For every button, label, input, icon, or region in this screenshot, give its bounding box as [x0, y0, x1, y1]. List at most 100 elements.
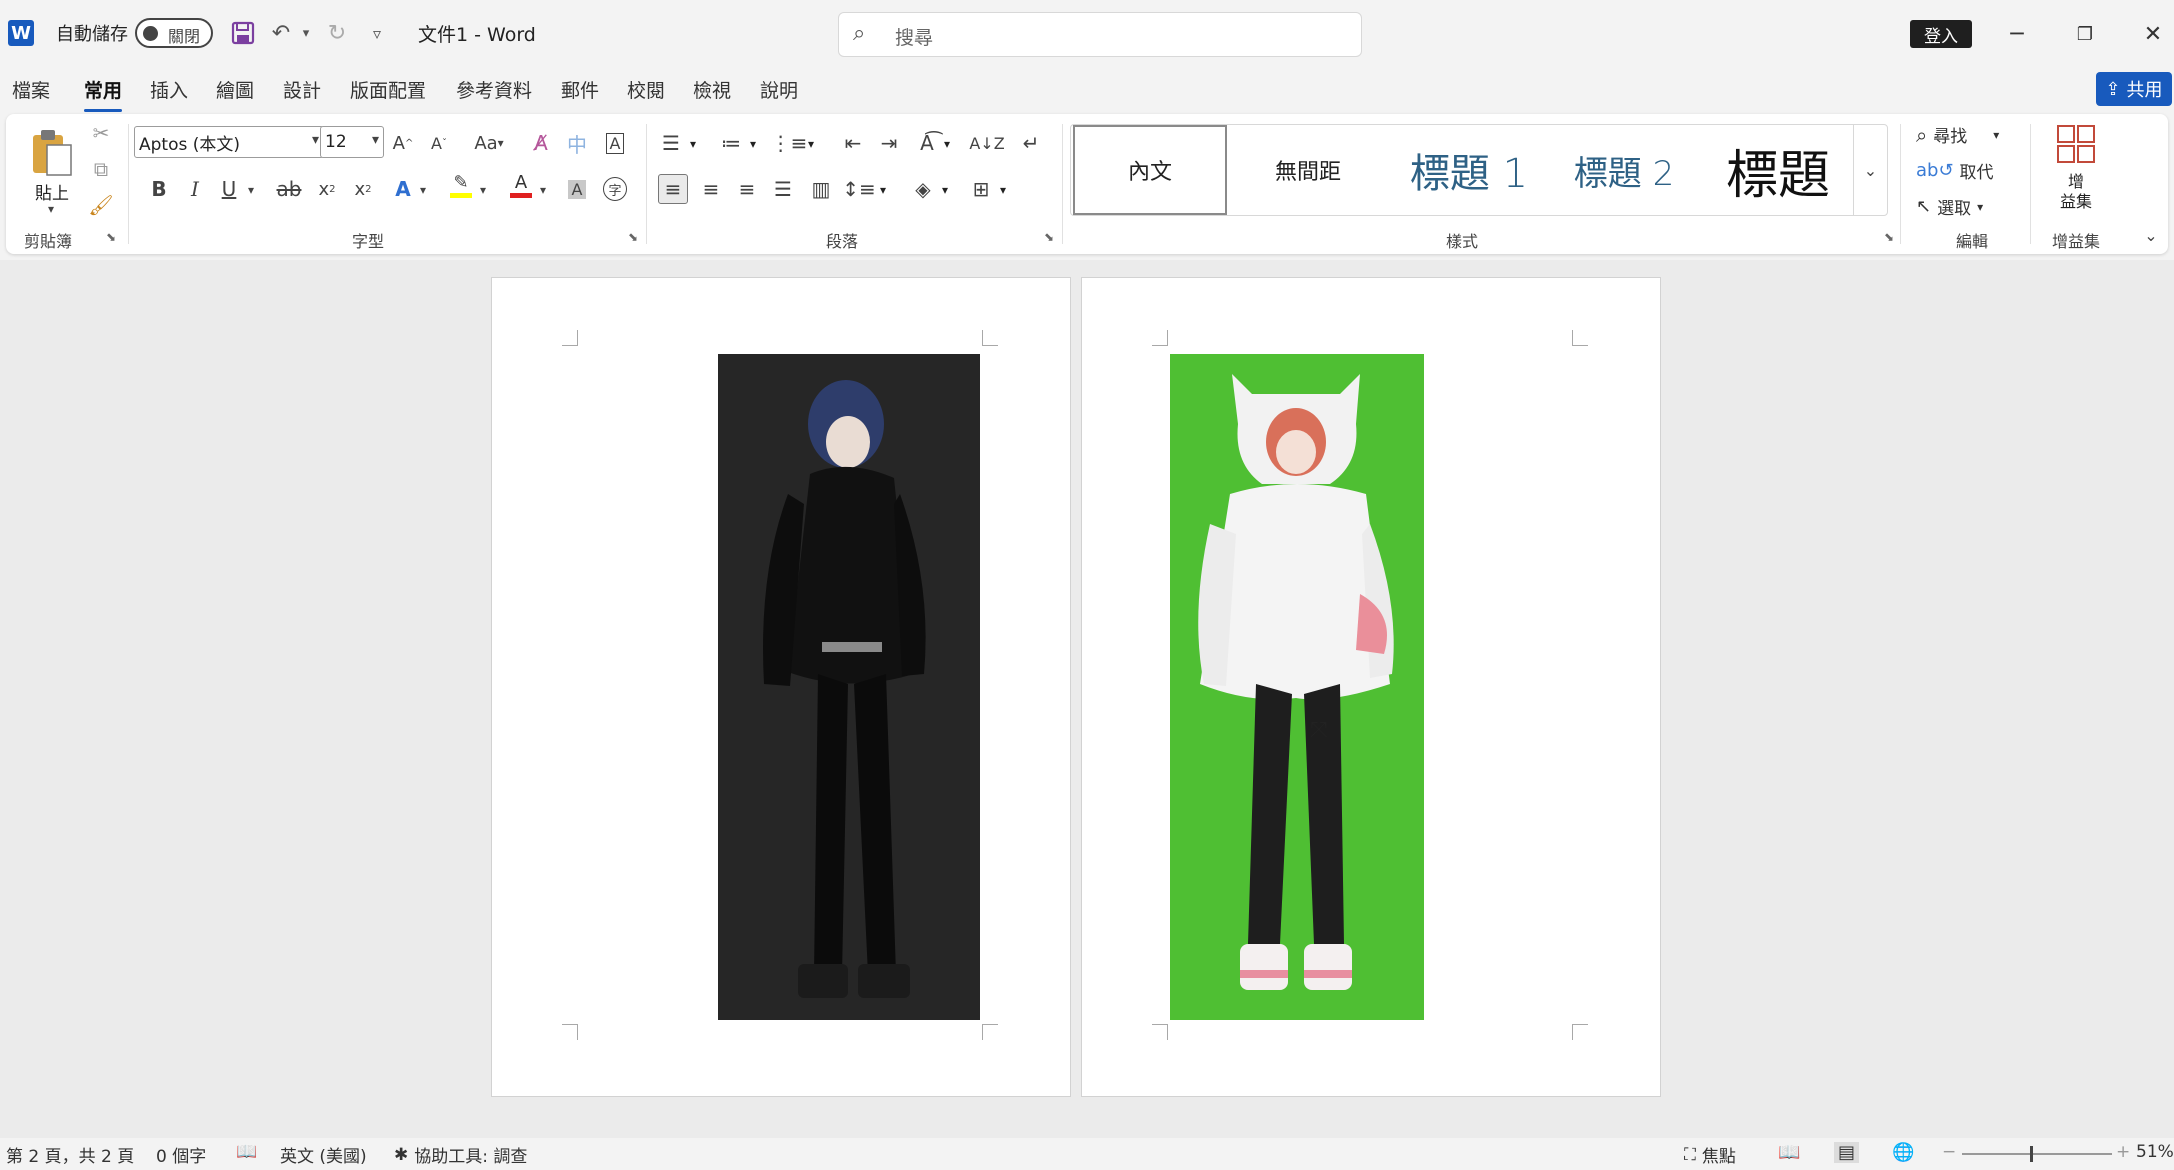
character-shading-icon[interactable]: A: [562, 174, 592, 204]
document-canvas[interactable]: ⤧: [0, 260, 2174, 1138]
copy-icon[interactable]: ⧉: [86, 154, 116, 184]
underline-icon[interactable]: U: [214, 174, 244, 204]
borders-dropdown-icon[interactable]: ▾: [996, 180, 1010, 200]
format-painter-icon[interactable]: 🖌: [86, 190, 116, 220]
tab-design[interactable]: 設計: [283, 76, 321, 108]
align-center-icon[interactable]: ≡: [696, 174, 726, 204]
tab-insert[interactable]: 插入: [150, 76, 188, 108]
justify-icon[interactable]: ☰: [768, 174, 798, 204]
shrink-font-icon[interactable]: Aˇ: [424, 128, 454, 158]
underline-dropdown-icon[interactable]: ▾: [244, 180, 258, 200]
grow-font-icon[interactable]: A ^: [388, 128, 418, 158]
minimize-icon[interactable]: ─: [1994, 14, 2040, 54]
collapse-ribbon-icon[interactable]: ⌄: [2140, 224, 2162, 246]
decrease-indent-icon[interactable]: ⇤: [838, 128, 868, 158]
style-title[interactable]: 標題: [1703, 125, 1853, 215]
distributed-icon[interactable]: ▥: [806, 174, 836, 204]
font-name-select[interactable]: Aptos (本文) ▾: [134, 126, 324, 158]
tab-draw[interactable]: 繪圖: [216, 76, 254, 108]
character-image-green[interactable]: [1170, 354, 1424, 1020]
focus-button[interactable]: ⛶ 焦點: [1684, 1142, 1736, 1168]
tab-mailings[interactable]: 郵件: [561, 76, 599, 108]
bullets-dropdown-icon[interactable]: ▾: [686, 134, 700, 154]
phonetic-guide-icon[interactable]: 中: [562, 128, 592, 158]
tab-home[interactable]: 常用: [84, 76, 123, 112]
replace-button[interactable]: ab↺ 取代: [1916, 158, 1994, 183]
font-size-select[interactable]: 12 ▾: [320, 126, 384, 158]
tab-review[interactable]: 校閱: [627, 76, 665, 108]
font-color-icon[interactable]: A: [506, 170, 536, 200]
proofing-icon[interactable]: 📖: [236, 1142, 257, 1162]
cut-icon[interactable]: ✂: [86, 118, 116, 148]
zoom-in-icon[interactable]: +: [2116, 1142, 2130, 1162]
save-icon[interactable]: [228, 18, 258, 48]
asian-layout-dropdown-icon[interactable]: ▾: [940, 134, 954, 154]
italic-icon[interactable]: I: [180, 174, 210, 204]
language[interactable]: 英文 (美國): [280, 1142, 367, 1167]
paste-icon[interactable]: [22, 122, 82, 182]
bold-icon[interactable]: B: [144, 174, 174, 204]
style-heading-1[interactable]: 標題 1: [1389, 125, 1549, 215]
bullets-icon[interactable]: ☰: [656, 128, 686, 158]
customize-qat-icon[interactable]: ▿: [362, 18, 392, 48]
change-case-button[interactable]: Aa ▾: [464, 128, 514, 158]
font-color-dropdown-icon[interactable]: ▾: [536, 180, 550, 200]
word-count[interactable]: 0 個字: [156, 1142, 206, 1167]
accessibility-button[interactable]: ✱ 協助工具: 調查: [394, 1142, 527, 1168]
undo-dropdown-icon[interactable]: ▾: [298, 18, 314, 48]
web-layout-icon[interactable]: 🌐: [1892, 1142, 1914, 1163]
asian-layout-icon[interactable]: A͡: [912, 128, 942, 158]
styles-launcher-icon[interactable]: ⬊: [1884, 230, 1894, 244]
zoom-out-icon[interactable]: −: [1942, 1142, 1956, 1162]
select-button[interactable]: ↖ 選取 ▾: [1916, 194, 1983, 219]
redo-icon[interactable]: ↻: [322, 18, 352, 48]
style-normal[interactable]: 內文: [1073, 125, 1227, 215]
increase-indent-icon[interactable]: ⇥: [874, 128, 904, 158]
tab-layout[interactable]: 版面配置: [350, 76, 426, 108]
paste-dropdown-icon[interactable]: ▾: [38, 200, 64, 218]
tab-references[interactable]: 參考資料: [456, 76, 532, 108]
search-box[interactable]: ⌕ 搜尋: [838, 12, 1362, 57]
signin-button[interactable]: 登入: [1910, 20, 1972, 48]
paragraph-launcher-icon[interactable]: ⬊: [1044, 230, 1054, 244]
zoom-slider[interactable]: [1962, 1153, 2112, 1155]
undo-icon[interactable]: ↶: [266, 18, 296, 48]
addins-label[interactable]: 增 益集: [2046, 170, 2106, 214]
align-left-icon[interactable]: ≡: [658, 174, 688, 204]
print-layout-icon[interactable]: ▤: [1834, 1142, 1860, 1163]
restore-icon[interactable]: ❐: [2062, 14, 2108, 54]
sort-icon[interactable]: A↓Z: [969, 128, 1004, 158]
shading-icon[interactable]: ◈: [908, 174, 938, 204]
tab-help[interactable]: 說明: [760, 76, 798, 108]
show-marks-icon[interactable]: ↵: [1016, 128, 1046, 158]
numbering-icon[interactable]: ≔: [716, 128, 746, 158]
addins-icon[interactable]: [2054, 122, 2098, 166]
tab-view[interactable]: 檢視: [693, 76, 731, 108]
read-mode-icon[interactable]: 📖: [1778, 1142, 1800, 1163]
style-heading-2[interactable]: 標題 2: [1549, 125, 1699, 215]
strikethrough-icon[interactable]: ab: [274, 174, 304, 204]
font-launcher-icon[interactable]: ⬊: [628, 230, 638, 244]
text-effects-dropdown-icon[interactable]: ▾: [416, 180, 430, 200]
clipboard-launcher-icon[interactable]: ⬊: [106, 230, 116, 244]
subscript-icon[interactable]: x2: [312, 174, 342, 204]
text-effects-icon[interactable]: A: [388, 174, 418, 204]
align-right-icon[interactable]: ≡: [732, 174, 762, 204]
zoom-level[interactable]: 51%: [2136, 1142, 2174, 1162]
numbering-dropdown-icon[interactable]: ▾: [746, 134, 760, 154]
borders-icon[interactable]: ⊞: [966, 174, 996, 204]
tab-file[interactable]: 檔案: [12, 76, 50, 108]
page-info[interactable]: 第 2 頁，共 2 頁: [6, 1142, 134, 1167]
close-icon[interactable]: ✕: [2130, 14, 2174, 54]
character-border-icon[interactable]: A: [600, 128, 630, 158]
zoom-slider-thumb[interactable]: [2030, 1146, 2033, 1162]
find-button[interactable]: ⌕ 尋找 ▾: [1916, 122, 1999, 148]
page-2[interactable]: ⤧: [1082, 278, 1660, 1096]
line-spacing-icon[interactable]: ↕≡: [842, 174, 876, 204]
style-no-spacing[interactable]: 無間距: [1233, 125, 1383, 215]
character-image-dark[interactable]: [718, 354, 980, 1020]
styles-more-icon[interactable]: ⌄: [1853, 125, 1887, 215]
highlight-dropdown-icon[interactable]: ▾: [476, 180, 490, 200]
clear-formatting-icon[interactable]: A̸: [526, 128, 556, 158]
superscript-icon[interactable]: x2: [348, 174, 378, 204]
